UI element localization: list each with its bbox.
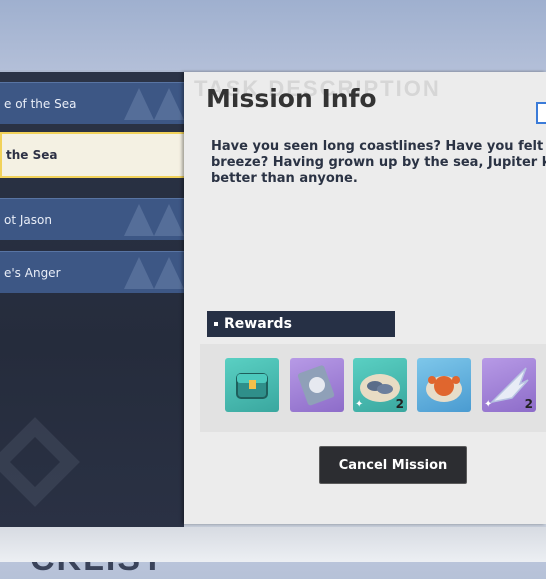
panel-title: Mission Info [206, 84, 377, 113]
quest-item-label: ot Jason [4, 213, 52, 227]
scroll-blueprint-icon [297, 365, 335, 406]
sparkle-icon: ✦ [484, 399, 493, 410]
triangle-pattern-icon [124, 204, 184, 236]
cancel-mission-button[interactable]: Cancel Mission [319, 446, 467, 484]
reward-item-4[interactable] [417, 358, 471, 412]
rewards-label: Rewards [224, 316, 292, 332]
mission-info-panel: TASK DESCRIPTION Mission Info Have you s… [184, 72, 546, 524]
quest-item-4[interactable]: e's Anger [0, 251, 186, 293]
checklist-watermark-icon [0, 417, 80, 507]
bottom-strip [0, 527, 546, 562]
quest-item-3[interactable]: ot Jason [0, 198, 186, 240]
reward-count: 2 [524, 397, 533, 411]
triangle-pattern-icon [124, 257, 184, 289]
mission-description: Have you seen long coastlines? Have you … [211, 139, 546, 186]
treasure-chest-icon [236, 373, 268, 399]
background-sky [0, 0, 546, 70]
reward-item-1[interactable] [225, 358, 279, 412]
triangle-pattern-icon [124, 88, 184, 120]
quest-item-2[interactable]: the Sea [0, 132, 186, 178]
quest-item-1[interactable]: e of the Sea [0, 82, 186, 124]
rewards-header: Rewards [207, 311, 395, 337]
panel-corner-marker [536, 102, 546, 124]
reward-item-3[interactable]: ✦ 2 [353, 358, 407, 412]
quest-item-label: e's Anger [4, 266, 61, 280]
bullet-icon [214, 322, 218, 326]
quest-item-label: the Sea [6, 148, 58, 162]
crab-dish-icon [426, 376, 462, 402]
reward-count: 2 [395, 397, 404, 411]
reward-item-5[interactable]: ✦ 2 [482, 358, 536, 412]
sparkle-icon: ✦ [355, 399, 364, 410]
reward-item-2[interactable] [290, 358, 344, 412]
quest-item-label: e of the Sea [4, 97, 77, 111]
